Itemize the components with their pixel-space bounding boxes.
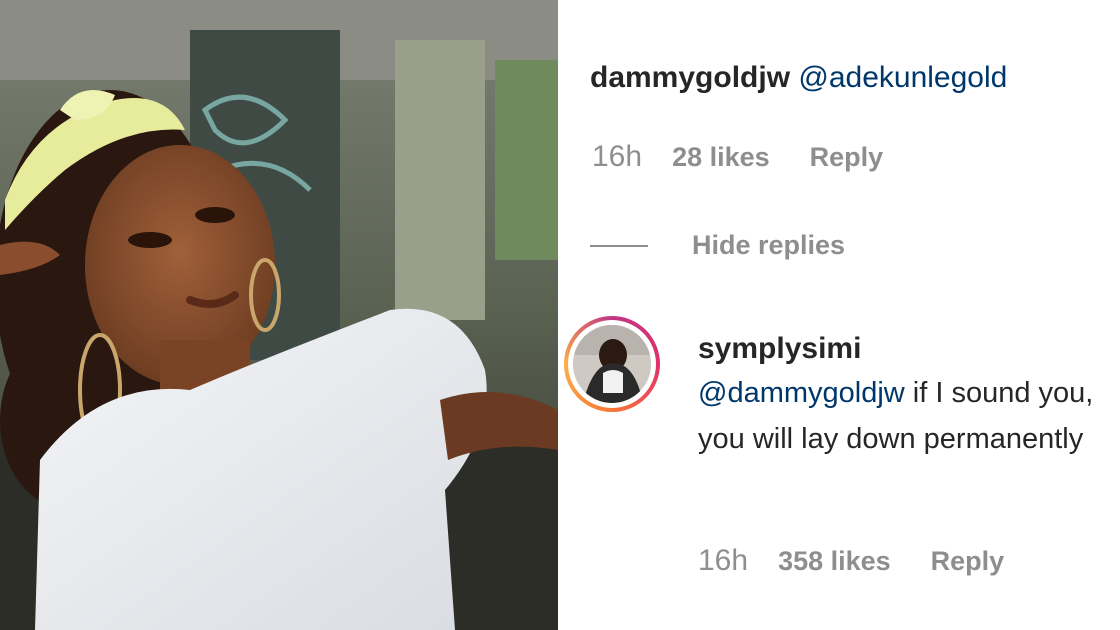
avatar-image (573, 325, 651, 403)
reply-likes[interactable]: 358 likes (778, 546, 891, 577)
comment-mention[interactable]: @adekunlegold (798, 61, 1007, 94)
reply-comment: symplysimi @dammygoldjw if I sound you, … (698, 330, 1108, 462)
comment-likes[interactable]: 28 likes (672, 142, 770, 173)
avatar[interactable] (564, 316, 660, 412)
comments-panel: dammygoldjw @adekunlegold 16h 28 likes R… (562, 0, 1120, 630)
comment-username[interactable]: dammygoldjw (590, 61, 790, 94)
reply-text: @dammygoldjw if I sound you, you will la… (698, 370, 1108, 462)
comment-reply-button[interactable]: Reply (810, 142, 884, 173)
reply-username[interactable]: symplysimi (698, 330, 1108, 368)
hide-replies-label: Hide replies (692, 230, 846, 260)
reply-mention[interactable]: @dammygoldjw (698, 377, 905, 409)
comment-time: 16h (592, 140, 643, 173)
reply-reply-button[interactable]: Reply (931, 546, 1005, 577)
reply-meta: 16h 358 likes Reply (698, 544, 1004, 578)
comment-meta: 16h 28 likes Reply (592, 140, 883, 174)
hide-replies-button[interactable]: Hide replies (590, 230, 845, 261)
photo-panel (0, 0, 558, 630)
portrait-photo (0, 0, 558, 630)
hide-replies-line-icon (590, 244, 648, 247)
comment: dammygoldjw @adekunlegold (590, 58, 1007, 98)
reply-time: 16h (698, 544, 749, 577)
